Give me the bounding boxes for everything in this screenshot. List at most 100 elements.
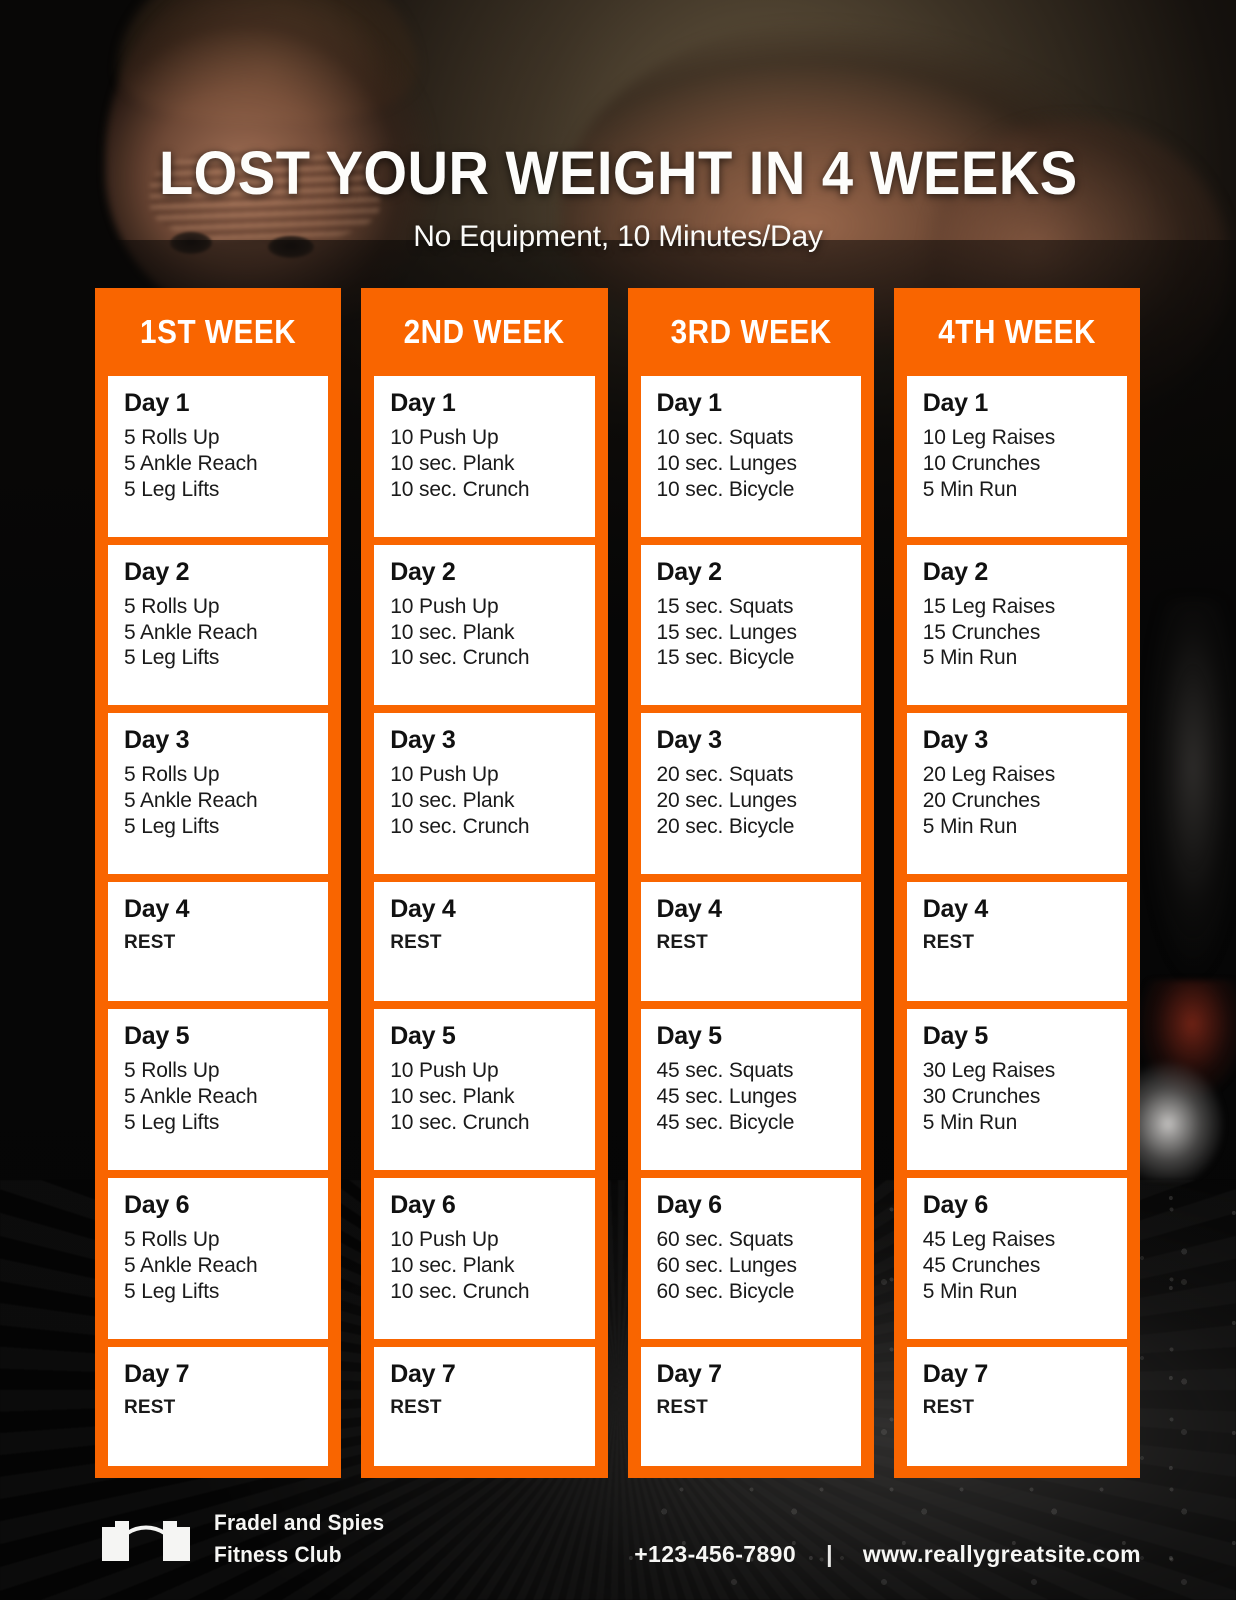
exercise-item: 15 sec. Lunges	[656, 620, 797, 644]
exercise-item: 15 Crunches	[922, 620, 1041, 644]
day-card[interactable]: Day 6 45 Leg Raises 45 Crunches 5 Min Run	[906, 1178, 1127, 1339]
day-title: Day 3	[124, 726, 190, 755]
poster-footer: Fradel and Spies Fitness Club +123-456-7…	[0, 1478, 1236, 1600]
exercise-item: 10 sec. Plank	[390, 1085, 515, 1109]
exercise-item: 5 Rolls Up	[124, 594, 220, 618]
day-title: Day 5	[390, 1022, 456, 1051]
day-title: Day 1	[656, 389, 723, 417]
day-title: Day 2	[124, 557, 190, 586]
day-title: Day 7	[390, 1359, 456, 1388]
day-card[interactable]: Day 4 REST	[906, 882, 1127, 1002]
rest-label: REST	[656, 932, 708, 954]
day-card[interactable]: Day 5 45 sec. Squats 45 sec. Lunges 45 sec.…	[640, 1009, 861, 1171]
day-card[interactable]: Day 7 REST	[374, 1346, 595, 1466]
exercise-item: 10 Crunches	[922, 451, 1041, 475]
exercise-list: 10 Push Up 10 sec. Plank 10 sec. Crunch	[390, 594, 578, 671]
week-column: 1ST WEEK Day 15 Rolls Up 5 Ankle Reach 5 Le…	[95, 288, 342, 1478]
exercise-item: 10 sec. Crunch	[390, 477, 530, 501]
day-card[interactable]: Day 5 5 Rolls Up 5 Ankle Reach 5 Leg Lifts	[108, 1009, 329, 1171]
exercise-item: 20 Leg Raises	[922, 763, 1056, 787]
exercise-item: 5 Min Run	[922, 646, 1018, 670]
day-card[interactable]: Day 4 REST	[640, 882, 861, 1002]
day-card[interactable]: Day 5 10 Push Up 10 sec. Plank 10 sec. Crun…	[374, 1009, 595, 1171]
day-card[interactable]: Day 7 REST	[108, 1346, 329, 1466]
exercise-item: 60 sec. Lunges	[656, 1253, 797, 1277]
website-url[interactable]: www.reallygreatsite.com	[863, 1541, 1141, 1568]
day-card[interactable]: Day 4 REST	[374, 882, 595, 1002]
rest-label: REST	[124, 1396, 176, 1418]
exercise-item: 5 Rolls Up	[124, 1228, 220, 1252]
exercise-item: 20 sec. Lunges	[656, 789, 797, 813]
day-title: Day 6	[124, 1191, 190, 1220]
day-card[interactable]: Day 2 10 Push Up 10 sec. Plank 10 sec. Crun…	[374, 544, 595, 706]
exercise-item: 5 Leg Lifts	[124, 646, 220, 670]
exercise-item: 15 Leg Raises	[922, 594, 1056, 618]
day-card[interactable]: Day 2 5 Rolls Up 5 Ankle Reach 5 Leg Lifts	[108, 544, 329, 706]
exercise-item: 20 sec. Bicycle	[656, 815, 795, 839]
exercise-item: 15 sec. Bicycle	[656, 646, 795, 670]
page-title: LOST YOUR WEIGHT IN 4 WEEKS	[158, 139, 1078, 207]
day-card[interactable]: Day 1 10 sec. Squats 10 sec. Lunges 10 sec.…	[640, 376, 861, 537]
day-card[interactable]: Day 3 10 Push Up 10 sec. Plank 10 sec. Crun…	[374, 713, 595, 875]
exercise-item: 60 sec. Squats	[656, 1228, 794, 1252]
day-title: Day 3	[390, 726, 456, 755]
exercise-item: 10 Leg Raises	[922, 426, 1056, 449]
rest-label: REST	[656, 1396, 708, 1418]
day-card[interactable]: Day 1 10 Leg Raises 10 Crunches 5 Min Run	[906, 376, 1127, 537]
day-title: Day 1	[922, 389, 989, 417]
day-card[interactable]: Day 3 20 sec. Squats 20 sec. Lunges 20 sec.…	[640, 713, 861, 875]
barbell-icon	[102, 1521, 190, 1561]
week-column: 2ND WEEK Day 1 10 Push Up 10 sec. Plank 10 s…	[361, 288, 608, 1478]
day-card[interactable]: Day 6 10 Push Up 10 sec. Plank 10 sec. Crun…	[374, 1178, 595, 1339]
exercise-item: 10 Push Up	[390, 594, 499, 618]
exercise-list: 10 Push Up 10 sec. Plank 10 sec. Crunch	[390, 425, 578, 502]
phone-number[interactable]: +123-456-7890	[634, 1541, 796, 1568]
exercise-item: 5 Leg Lifts	[124, 477, 220, 501]
exercise-list: REST	[124, 931, 312, 954]
exercise-item: 60 sec. Bicycle	[656, 1279, 795, 1303]
exercise-item: 10 sec. Crunch	[390, 1111, 530, 1134]
day-card[interactable]: Day 1 5 Rolls Up 5 Ankle Reach 5 Leg Lifts	[108, 376, 329, 537]
day-card[interactable]: Day 1 10 Push Up 10 sec. Plank 10 sec. Crun…	[374, 376, 595, 537]
day-title: Day 4	[922, 895, 989, 924]
day-card[interactable]: Day 6 5 Rolls Up 5 Ankle Reach 5 Leg Lifts	[108, 1178, 329, 1339]
day-title: Day 4	[656, 895, 723, 924]
exercise-list: 45 sec. Squats 45 sec. Lunges 45 sec. Bicy…	[657, 1058, 845, 1135]
exercise-item: 10 sec. Bicycle	[656, 477, 795, 501]
day-title: Day 3	[922, 726, 989, 755]
exercise-list: 20 Leg Raises 20 Crunches 5 Min Run	[923, 762, 1111, 839]
exercise-list: REST	[657, 1396, 845, 1419]
fitness-plan-poster: LOST YOUR WEIGHT IN 4 WEEKS No Equipment…	[0, 0, 1236, 1600]
exercise-list: REST	[390, 931, 578, 954]
exercise-item: 5 Leg Lifts	[124, 1111, 220, 1134]
day-card[interactable]: Day 7 REST	[906, 1346, 1127, 1466]
day-title: Day 2	[390, 557, 456, 586]
day-title: Day 2	[922, 557, 989, 586]
day-card-list: Day 1 10 Push Up 10 sec. Plank 10 sec. Crun…	[361, 376, 607, 1466]
day-card[interactable]: Day 7 REST	[640, 1346, 861, 1466]
day-title: Day 5	[922, 1022, 989, 1051]
exercise-item: 10 sec. Squats	[656, 426, 794, 449]
exercise-item: 5 Ankle Reach	[124, 1253, 258, 1277]
exercise-list: 10 Push Up 10 sec. Plank 10 sec. Crunch	[390, 762, 578, 839]
day-card[interactable]: Day 5 30 Leg Raises 30 Crunches 5 Min Run	[906, 1009, 1127, 1171]
day-title: Day 7	[922, 1359, 989, 1388]
day-card[interactable]: Day 3 20 Leg Raises 20 Crunches 5 Min Run	[906, 713, 1127, 875]
exercise-list: 60 sec. Squats 60 sec. Lunges 60 sec. Bicy…	[657, 1227, 845, 1304]
exercise-item: 5 Min Run	[922, 477, 1018, 501]
day-title: Day 2	[656, 557, 723, 586]
day-card[interactable]: Day 4 REST	[108, 882, 329, 1002]
exercise-item: 5 Min Run	[922, 1279, 1018, 1303]
exercise-item: 10 sec. Crunch	[390, 815, 530, 839]
day-card[interactable]: Day 3 5 Rolls Up 5 Ankle Reach 5 Leg Lifts	[108, 713, 329, 875]
exercise-list: 15 sec. Squats 15 sec. Lunges 15 sec. Bicy…	[657, 594, 845, 671]
day-card[interactable]: Day 2 15 Leg Raises 15 Crunches 5 Min Run	[906, 544, 1127, 706]
exercise-item: 20 sec. Squats	[656, 763, 794, 787]
day-card[interactable]: Day 6 60 sec. Squats 60 sec. Lunges 60 sec.…	[640, 1178, 861, 1339]
brand-name-line-1: Fradel and Spies	[214, 1510, 385, 1536]
exercise-list: REST	[923, 931, 1111, 954]
exercise-item: 5 Min Run	[922, 815, 1018, 839]
exercise-item: 45 sec. Lunges	[656, 1085, 797, 1109]
day-title: Day 1	[390, 389, 456, 417]
day-card[interactable]: Day 2 15 sec. Squats 15 sec. Lunges 15 sec.…	[640, 544, 861, 706]
